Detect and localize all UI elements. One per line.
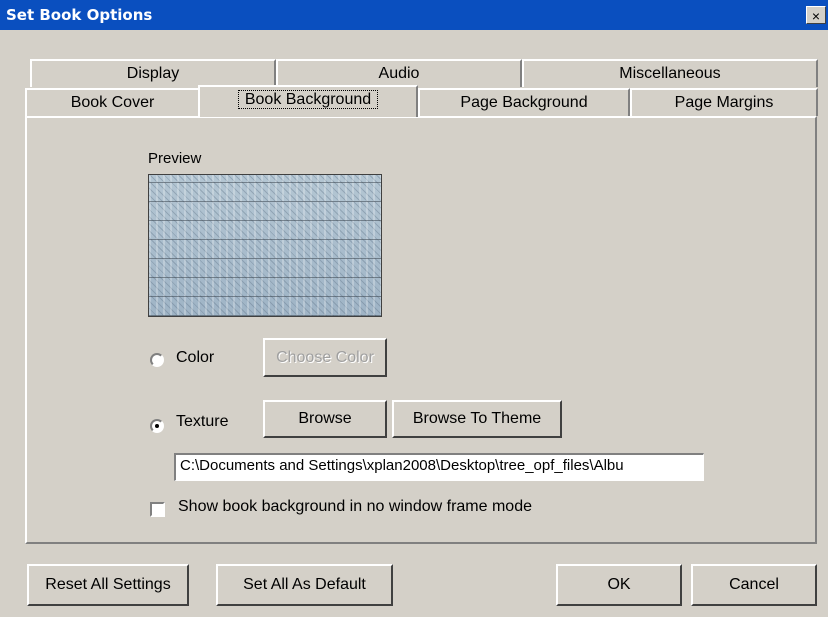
show-background-checkbox[interactable] xyxy=(150,502,165,517)
tab-label: Book Background xyxy=(237,90,379,109)
cancel-label: Cancel xyxy=(729,576,779,593)
tab-label: Miscellaneous xyxy=(619,65,721,82)
tab-label: Audio xyxy=(378,65,420,82)
tab-miscellaneous[interactable]: Miscellaneous xyxy=(522,59,818,87)
tab-page-margins[interactable]: Page Margins xyxy=(630,88,818,116)
reset-all-settings-button[interactable]: Reset All Settings xyxy=(27,564,189,606)
tab-display[interactable]: Display xyxy=(30,59,276,87)
tab-label: Page Margins xyxy=(674,94,774,111)
texture-label: Texture xyxy=(176,413,229,430)
color-label: Color xyxy=(176,349,215,366)
set-default-label: Set All As Default xyxy=(243,576,366,593)
texture-path-value: C:\Documents and Settings\xplan2008\Desk… xyxy=(180,457,624,474)
tab-label: Page Background xyxy=(460,94,588,111)
color-radio[interactable] xyxy=(150,353,164,367)
browse-label: Browse xyxy=(298,410,352,427)
browse-button[interactable]: Browse xyxy=(263,400,387,438)
tab-book-background[interactable]: Book Background xyxy=(198,85,418,117)
preview-label: Preview xyxy=(148,150,202,167)
ok-label: OK xyxy=(607,576,631,593)
cancel-button[interactable]: Cancel xyxy=(691,564,817,606)
browse-to-theme-button[interactable]: Browse To Theme xyxy=(392,400,562,438)
tab-audio[interactable]: Audio xyxy=(276,59,522,87)
background-preview-image xyxy=(148,174,382,317)
tab-label: Display xyxy=(126,65,180,82)
browse-to-theme-label: Browse To Theme xyxy=(412,410,542,427)
choose-color-label: Choose Color xyxy=(276,348,374,366)
texture-radio[interactable] xyxy=(150,419,164,433)
show-background-label: Show book background in no window frame … xyxy=(178,498,532,515)
reset-label: Reset All Settings xyxy=(45,576,171,593)
texture-path-field[interactable]: C:\Documents and Settings\xplan2008\Desk… xyxy=(174,453,704,481)
window-title: Set Book Options xyxy=(6,6,153,24)
tab-page-background[interactable]: Page Background xyxy=(418,88,630,116)
ok-button[interactable]: OK xyxy=(556,564,682,606)
title-bar[interactable]: Set Book Options × xyxy=(0,0,828,30)
set-all-as-default-button[interactable]: Set All As Default xyxy=(216,564,393,606)
choose-color-button[interactable]: Choose Color xyxy=(263,338,387,377)
tab-book-cover[interactable]: Book Cover xyxy=(25,88,200,116)
close-button[interactable]: × xyxy=(806,6,826,24)
close-icon: × xyxy=(811,8,821,24)
tab-label: Book Cover xyxy=(70,94,155,111)
